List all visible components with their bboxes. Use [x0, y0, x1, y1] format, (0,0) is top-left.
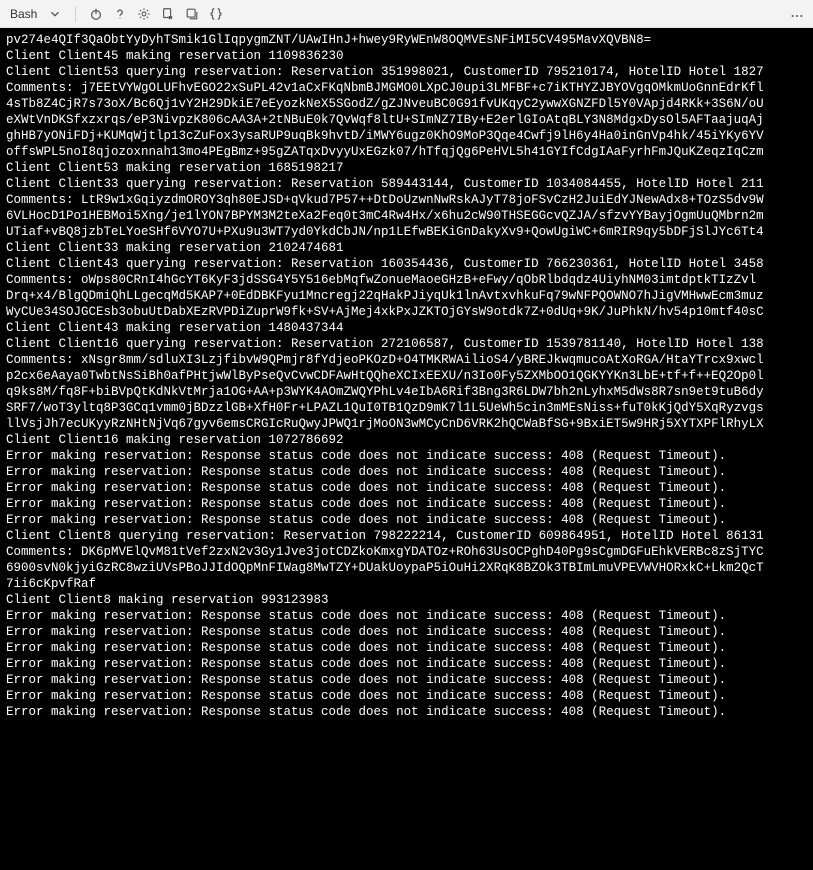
terminal-line: Error making reservation: Response statu… — [6, 656, 807, 672]
terminal-line: Client Client43 making reservation 14804… — [6, 320, 807, 336]
terminal-line: Error making reservation: Response statu… — [6, 688, 807, 704]
terminal-line: Error making reservation: Response statu… — [6, 672, 807, 688]
terminal-line: Comments: xNsgr8mm/sdluXI3LzjfibvW9QPmjr… — [6, 352, 807, 368]
export-icon[interactable] — [158, 4, 178, 24]
terminal-line: Comments: DK6pMVElQvM81tVef2zxN2v3Gy1Jve… — [6, 544, 807, 560]
terminal-line: 7ii6cKpvfRaf — [6, 576, 807, 592]
terminal-line: 4sTb8Z4CjR7s73oX/Bc6Qj1vY2H29DkiE7eEyozk… — [6, 96, 807, 112]
divider — [75, 6, 76, 22]
terminal-line: Error making reservation: Response statu… — [6, 512, 807, 528]
titlebar-left: Bash — [6, 4, 226, 24]
gear-icon[interactable] — [134, 4, 154, 24]
terminal-line: UTiaf+vBQ8jzbTeLYoeSHf6VYO7U+PXu9u3WT7yd… — [6, 224, 807, 240]
terminal-line: ghHB7yONiFDj+KUMqWjtlp13cZuFox3ysaRUP9uq… — [6, 128, 807, 144]
terminal-line: Client Client33 querying reservation: Re… — [6, 176, 807, 192]
terminal-line: Client Client16 making reservation 10727… — [6, 432, 807, 448]
help-icon[interactable] — [110, 4, 130, 24]
terminal-line: Error making reservation: Response statu… — [6, 448, 807, 464]
terminal-line: Comments: LtR9w1xGqiyzdmOROY3qh80EJSD+qV… — [6, 192, 807, 208]
terminal-line: Error making reservation: Response statu… — [6, 464, 807, 480]
terminal-line: 6900svN0kjyiGzRC8wziUVsPBoJJIdOQpMnFIWag… — [6, 560, 807, 576]
terminal-line: Error making reservation: Response statu… — [6, 624, 807, 640]
terminal-line: 6VLHocD1Po1HEBMoi5Xng/je1lYON7BPYM3M2teX… — [6, 208, 807, 224]
terminal-line: Error making reservation: Response statu… — [6, 704, 807, 720]
terminal-line: WyCUe34SOJGCEsb3obuUtDabXEzRVPDiZuprW9fk… — [6, 304, 807, 320]
terminal-line: eXWtVnDKSfxzxrqs/eP3NivpzK806cAA3A+2tNBu… — [6, 112, 807, 128]
terminal-line: offsWPL5noI8qjozoxnnah13mo4PEgBmz+95gZAT… — [6, 144, 807, 160]
titlebar: Bash — [0, 0, 813, 28]
terminal-line: llVsjJh7ecUKyyRzNHtNjVq67gyv6emsCRGIcRuQ… — [6, 416, 807, 432]
terminal-line: Error making reservation: Response statu… — [6, 480, 807, 496]
new-tab-icon[interactable] — [182, 4, 202, 24]
terminal-line: Error making reservation: Response statu… — [6, 496, 807, 512]
terminal-line: Client Client16 querying reservation: Re… — [6, 336, 807, 352]
terminal-line: q9ks8M/fq8F+biBVpQtKdNkVtMrja1OG+AA+p3WY… — [6, 384, 807, 400]
braces-icon[interactable] — [206, 4, 226, 24]
terminal-line: p2cx6eAaya0TwbtNsSiBh0afPHtjwWlByPseQvCv… — [6, 368, 807, 384]
terminal-window: { "titlebar": { "shell_name": "Bash", "i… — [0, 0, 813, 870]
terminal-line: pv274e4QIf3QaObtYyDyhTSmik1GlIqpygmZNT/U… — [6, 32, 807, 48]
terminal-line: Client Client53 making reservation 16851… — [6, 160, 807, 176]
terminal-line: Error making reservation: Response statu… — [6, 640, 807, 656]
terminal-line: SRF7/woT3yltq8P3GCq1vmm0jBDzzlGB+XfH0Fr+… — [6, 400, 807, 416]
terminal-line: Client Client45 making reservation 11098… — [6, 48, 807, 64]
power-icon[interactable] — [86, 4, 106, 24]
terminal-line: Client Client43 querying reservation: Re… — [6, 256, 807, 272]
terminal-line: Client Client8 making reservation 993123… — [6, 592, 807, 608]
terminal-line: Client Client53 querying reservation: Re… — [6, 64, 807, 80]
terminal-line: Client Client8 querying reservation: Res… — [6, 528, 807, 544]
terminal-line: Drq+x4/BlgQDmiQhLLgecqMd5KAP7+0EdDBKFyu1… — [6, 288, 807, 304]
chevron-down-icon[interactable] — [45, 4, 65, 24]
terminal-line: Client Client33 making reservation 21024… — [6, 240, 807, 256]
terminal-output[interactable]: pv274e4QIf3QaObtYyDyhTSmik1GlIqpygmZNT/U… — [0, 28, 813, 870]
terminal-line: Comments: oWps80CRnI4hGcYT6KyF3jdSSG4Y5Y… — [6, 272, 807, 288]
shell-selector-label[interactable]: Bash — [6, 7, 41, 21]
more-icon[interactable] — [787, 6, 807, 26]
terminal-line: Comments: j7EEtVYWgOLUFhvEGO22xSuPL42v1a… — [6, 80, 807, 96]
terminal-line: Error making reservation: Response statu… — [6, 608, 807, 624]
